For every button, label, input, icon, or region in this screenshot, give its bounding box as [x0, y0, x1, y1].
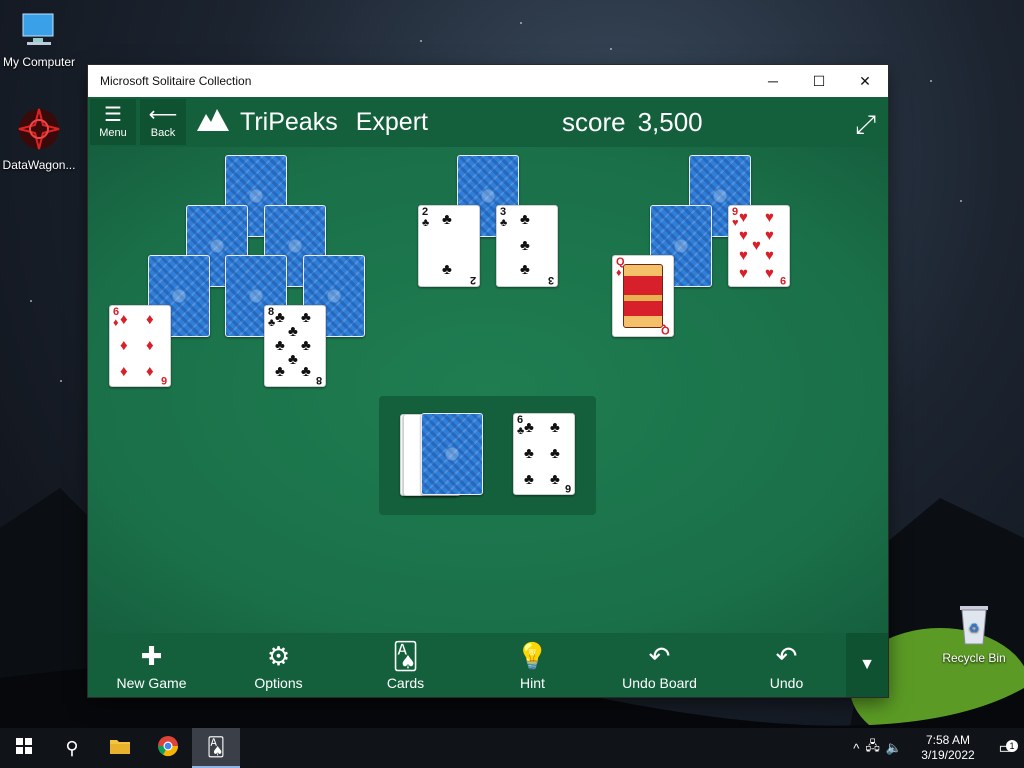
card-queen-diamonds[interactable]: Q ♦ Q — [612, 255, 674, 337]
card-rank-bottom: 9 — [779, 274, 786, 286]
taskbar-solitaire[interactable]: 🂡 — [192, 728, 240, 768]
back-button[interactable]: ⟵ Back — [140, 99, 186, 145]
taskbar-chrome[interactable] — [144, 728, 192, 768]
card-2-clubs[interactable]: 2 ♣ ♣ ♣ 2 — [418, 205, 480, 287]
cards-button[interactable]: 🂡 Cards — [342, 633, 469, 697]
taskbar-file-explorer[interactable] — [96, 728, 144, 768]
gear-icon: ⚙ — [266, 641, 291, 671]
game-header: ☰ Menu ⟵ Back TriPeaks Expert score 3,500… — [88, 97, 888, 147]
game-title: TriPeaks Expert — [196, 106, 428, 139]
toolbar-label: Options — [254, 675, 303, 691]
caret-down-icon: ▼ — [859, 656, 875, 673]
hamburger-icon: ☰ — [104, 104, 122, 126]
game-name: TriPeaks — [240, 107, 338, 136]
card-suit: ♥ — [732, 217, 739, 229]
card-rank-bottom: 6 — [564, 482, 571, 494]
menu-label: Menu — [99, 127, 127, 139]
toolbar-label: Undo — [769, 675, 804, 691]
undo-board-button[interactable]: ↶ Undo Board — [596, 633, 723, 697]
toolbar-label: Cards — [386, 675, 425, 691]
undo-icon: ↶ — [775, 641, 798, 671]
clock-date: 3/19/2022 — [921, 748, 975, 762]
svg-text:♻: ♻ — [969, 621, 980, 635]
card-rank-bottom: 6 — [160, 374, 167, 386]
card-suit: ♦ — [616, 267, 622, 279]
notification-center-button[interactable]: ▭ 1 — [988, 738, 1024, 758]
window-title: Microsoft Solitaire Collection — [100, 74, 252, 88]
back-label: Back — [150, 127, 176, 139]
clock-time: 7:58 AM — [925, 733, 971, 747]
chevron-up-icon[interactable]: ^ — [853, 741, 859, 756]
notification-badge: 1 — [1006, 740, 1018, 752]
card-suit: ♣ — [500, 217, 508, 229]
waste-card-6-clubs: 6 ♣ ♣ ♣ ♣ ♣ ♣ ♣ 6 — [513, 413, 575, 495]
window-titlebar[interactable]: Microsoft Solitaire Collection ─ ☐ ✕ — [88, 65, 888, 97]
card-suit: ♣ — [422, 217, 430, 229]
score-display: score 3,500 — [562, 107, 703, 138]
toolbar-label: New Game — [116, 675, 187, 691]
taskbar: ⚲ 🂡 ^ 🖧 🔈 7:58 AM 3/19/2022 ▭ 1 — [0, 728, 1024, 768]
desktop-icon-label: DataWagon... — [2, 158, 76, 172]
card-rank-bottom: 2 — [469, 274, 476, 286]
system-tray: ^ 🖧 🔈 7:58 AM 3/19/2022 ▭ 1 — [853, 728, 1024, 768]
score-label: score — [562, 107, 626, 137]
desktop-icon-datawagon[interactable]: DataWagon... — [0, 105, 81, 172]
desktop-icon-label: My Computer — [2, 55, 76, 69]
options-button[interactable]: ⚙ Options — [215, 633, 342, 697]
chrome-icon — [157, 735, 179, 762]
score-value: 3,500 — [637, 107, 703, 137]
queen-portrait — [623, 264, 663, 328]
plus-icon: ✚ — [140, 641, 163, 671]
desktop-icon-my-computer[interactable]: My Computer — [0, 10, 81, 69]
card-rank-bottom: Q — [661, 324, 670, 336]
more-options-button[interactable]: ▼ — [846, 633, 888, 697]
maximize-button[interactable]: ☐ — [796, 65, 842, 97]
search-icon: ⚲ — [65, 737, 79, 758]
stock-top-card[interactable] — [421, 413, 483, 495]
cards-icon: 🂡 — [392, 641, 419, 671]
game-board: 6 ♦ ♦ ♦ ♦ ♦ ♦ ♦ 6 8 ♣ ♣ ♣ ♣ ♣ ♣ ♣ ♣ ♣ 8 2 ♣ ♣ ♣ 2 … — [88, 147, 888, 633]
toolbar-label: Undo Board — [622, 675, 697, 691]
datawagon-icon — [0, 105, 81, 156]
card-rank-bottom: 8 — [315, 374, 322, 386]
close-button[interactable]: ✕ — [842, 65, 888, 97]
minimize-button[interactable]: ─ — [750, 65, 796, 97]
clock[interactable]: 7:58 AM 3/19/2022 — [908, 733, 988, 763]
computer-icon — [0, 10, 81, 53]
card-3-clubs[interactable]: 3 ♣ ♣ ♣ ♣ 3 — [496, 205, 558, 287]
undo-board-icon: ↶ — [648, 641, 671, 671]
undo-button[interactable]: ↶ Undo — [723, 633, 850, 697]
search-button[interactable]: ⚲ — [48, 728, 96, 768]
bottom-toolbar: ✚ New Game ⚙ Options 🂡 Cards 💡 Hint ↶ Un… — [88, 633, 888, 697]
card-9-hearts[interactable]: 9 ♥ ♥ ♥ ♥ ♥ ♥ ♥ ♥ ♥ ♥ 9 — [728, 205, 790, 287]
card-6-diamonds[interactable]: 6 ♦ ♦ ♦ ♦ ♦ ♦ ♦ 6 — [109, 305, 171, 387]
folder-icon — [109, 737, 131, 760]
stock-waste-area: 6 ♣ ♣ ♣ ♣ ♣ ♣ ♣ 6 — [379, 396, 596, 515]
card-8-clubs[interactable]: 8 ♣ ♣ ♣ ♣ ♣ ♣ ♣ ♣ ♣ 8 — [264, 305, 326, 387]
start-button[interactable] — [0, 728, 48, 768]
windows-logo-icon — [16, 737, 32, 759]
solitaire-window: Microsoft Solitaire Collection ─ ☐ ✕ ☰ M… — [88, 65, 888, 697]
arrow-left-icon: ⟵ — [148, 104, 178, 126]
recycle-bin-icon: ♻ — [932, 600, 1016, 649]
network-icon[interactable]: 🖧 — [865, 737, 880, 759]
card-suit: ♦ — [113, 317, 119, 329]
lightbulb-icon: 💡 — [516, 641, 549, 671]
card-rank-bottom: 3 — [547, 274, 554, 286]
menu-button[interactable]: ☰ Menu — [90, 99, 136, 145]
desktop-icon-label: Recycle Bin — [942, 651, 1006, 665]
fullscreen-icon[interactable]: ⤢ — [855, 109, 876, 141]
volume-icon[interactable]: 🔈 — [886, 740, 902, 756]
tripeaks-logo-icon — [196, 106, 230, 139]
new-game-button[interactable]: ✚ New Game — [88, 633, 215, 697]
desktop-icon-recycle-bin[interactable]: ♻ Recycle Bin — [932, 600, 1016, 665]
solitaire-cards-icon: 🂡 — [206, 736, 226, 757]
hint-button[interactable]: 💡 Hint — [469, 633, 596, 697]
game-mode: Expert — [355, 107, 428, 136]
toolbar-label: Hint — [520, 675, 545, 691]
